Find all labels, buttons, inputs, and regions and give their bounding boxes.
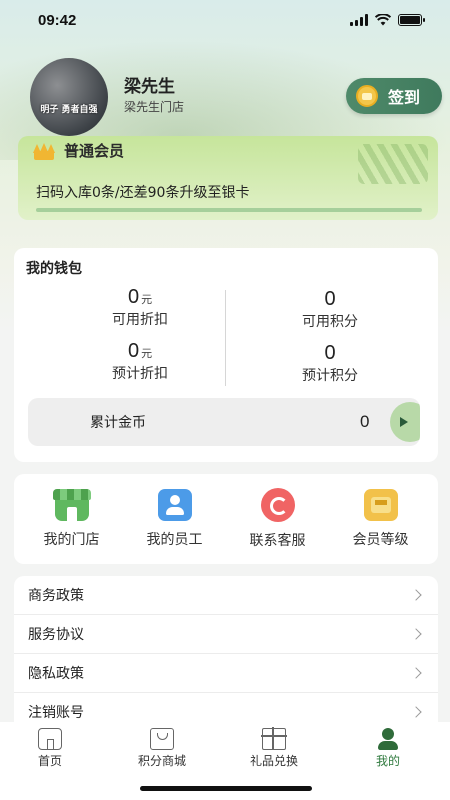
chevron-right-icon	[410, 706, 422, 718]
profile-header: 明子 勇者自强 梁先生 梁先生门店 签到	[30, 58, 442, 138]
user-name: 梁先生	[124, 77, 175, 97]
home-icon	[38, 728, 62, 750]
total-coins-row[interactable]: 累计金币 0	[28, 398, 420, 446]
available-discount[interactable]: 0元 可用折扣	[50, 286, 230, 329]
shortcut-grid: 我的门店 我的员工 联系客服 会员等级	[14, 474, 438, 564]
estimated-discount-unit: 元	[141, 347, 153, 360]
shortcut-my-staff[interactable]: 我的员工	[125, 489, 225, 549]
available-points-label: 可用积分	[302, 314, 358, 330]
store-name: 梁先生门店	[124, 100, 185, 114]
wallet-title: 我的钱包	[26, 261, 82, 277]
menu-item-privacy-policy[interactable]: 隐私政策	[14, 654, 438, 693]
available-points[interactable]: 0 可用积分	[240, 288, 420, 331]
status-time: 09:42	[38, 11, 77, 29]
chevron-right-icon	[410, 667, 422, 679]
shortcut-label: 我的门店	[43, 532, 100, 548]
wallet-divider	[225, 290, 226, 386]
chevron-right-icon	[410, 628, 422, 640]
estimated-discount[interactable]: 0元 预计折扣	[50, 340, 230, 383]
tab-label: 我的	[375, 754, 400, 768]
leaf-decoration	[358, 144, 428, 184]
chevron-right-icon	[410, 589, 422, 601]
member-level: 普通会员	[64, 142, 125, 160]
settings-menu: 商务政策 服务协议 隐私政策 注销账号	[14, 576, 438, 722]
shortcut-member-level[interactable]: 会员等级	[331, 489, 431, 549]
tab-home[interactable]: 首页	[0, 728, 100, 769]
total-coins-value: 0	[360, 412, 370, 431]
total-coins-label: 累计金币	[90, 415, 146, 431]
tab-label: 礼品兑换	[249, 754, 298, 768]
status-icons	[350, 14, 425, 26]
shortcut-my-store[interactable]: 我的门店	[22, 489, 122, 549]
shortcut-label: 联系客服	[249, 533, 306, 549]
store-icon	[52, 489, 91, 521]
menu-item-business-policy[interactable]: 商务政策	[14, 576, 438, 615]
menu-item-service-agreement[interactable]: 服务协议	[14, 615, 438, 654]
shortcut-label: 我的员工	[146, 532, 203, 548]
available-discount-label: 可用折扣	[112, 312, 168, 328]
menu-label: 商务政策	[28, 588, 84, 604]
available-discount-value: 0	[127, 286, 140, 308]
menu-label: 服务协议	[28, 627, 84, 643]
status-bar: 09:42	[0, 0, 450, 40]
play-arrow-icon[interactable]	[390, 402, 420, 442]
avatar-text: 明子 勇者自强	[40, 104, 98, 115]
estimated-points[interactable]: 0 预计积分	[240, 342, 420, 385]
estimated-points-value: 0	[324, 342, 336, 364]
menu-item-delete-account[interactable]: 注销账号	[14, 693, 438, 722]
tab-points-mall[interactable]: 积分商城	[112, 728, 212, 769]
user-icon	[376, 728, 400, 750]
battery-icon	[398, 14, 425, 26]
available-points-value: 0	[324, 288, 336, 310]
estimated-discount-value: 0	[127, 340, 140, 362]
shortcut-label: 会员等级	[352, 532, 409, 548]
member-progress-text: 扫码入库0条/还差90条升级至银卡	[36, 185, 250, 201]
gift-icon	[261, 727, 287, 750]
checkin-label: 签到	[388, 88, 421, 107]
member-progress-bar	[36, 208, 422, 212]
member-card[interactable]: 普通会员 扫码入库0条/还差90条升级至银卡	[18, 136, 438, 220]
staff-icon	[157, 489, 192, 521]
tab-gift-exchange[interactable]: 礼品兑换	[224, 727, 324, 769]
available-discount-unit: 元	[141, 293, 153, 306]
tab-me[interactable]: 我的	[338, 728, 438, 769]
home-indicator	[140, 786, 312, 791]
shortcut-customer-service[interactable]: 联系客服	[228, 488, 328, 550]
coin-icon	[356, 85, 378, 107]
shopping-bag-icon	[150, 728, 174, 750]
menu-label: 隐私政策	[28, 666, 84, 682]
cellular-signal-icon	[350, 14, 368, 26]
checkin-button[interactable]: 签到	[346, 78, 442, 114]
estimated-points-label: 预计积分	[302, 368, 358, 384]
avatar[interactable]: 明子 勇者自强	[30, 58, 108, 136]
tab-label: 首页	[37, 754, 62, 768]
tab-label: 积分商城	[137, 754, 186, 768]
wifi-icon	[375, 14, 391, 26]
menu-label: 注销账号	[28, 705, 84, 721]
customer-service-icon	[260, 488, 295, 522]
estimated-discount-label: 预计折扣	[112, 366, 168, 382]
crown-icon	[32, 142, 56, 160]
member-header: 普通会员	[32, 140, 124, 161]
member-level-icon	[363, 489, 398, 521]
wallet-card: 我的钱包 0元 可用折扣 0 可用积分 0元 预计折扣 0 预计积分 累计金币 …	[14, 248, 438, 462]
